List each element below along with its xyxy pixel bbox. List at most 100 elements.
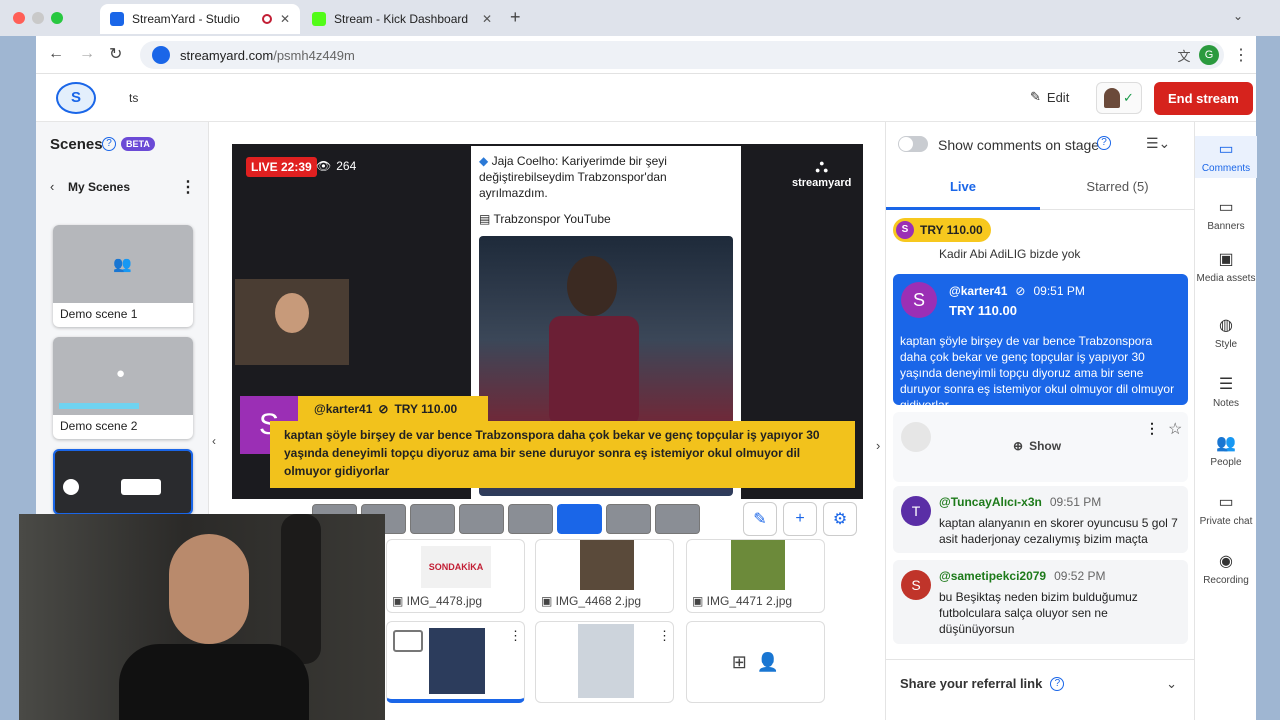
translate-icon[interactable]: 文 xyxy=(1178,46,1191,65)
media-thumbnail xyxy=(429,628,485,694)
pencil-edit-icon[interactable]: ✎ xyxy=(743,502,777,536)
expand-chevron-icon[interactable]: ⌄ xyxy=(1166,676,1177,692)
star-icon[interactable]: ☆ xyxy=(1168,419,1182,439)
newspaper-icon: ▤ xyxy=(479,212,494,226)
layout-screen-selected[interactable] xyxy=(555,502,604,536)
tab-starred[interactable]: Starred (5) xyxy=(1040,170,1194,210)
comment-item[interactable]: S @sametipekci2079 09:52 PM bu Beşiktaş n… xyxy=(893,560,1188,644)
rail-recording[interactable]: ◉ Recording xyxy=(1195,552,1257,586)
help-icon[interactable]: ? xyxy=(1050,676,1065,691)
commenter-avatar: T xyxy=(901,496,931,526)
browser-tab-strip: StreamYard - Studio ✕ Stream - Kick Dash… xyxy=(0,0,1280,36)
people-icon: 👥 xyxy=(1216,435,1236,452)
back-icon[interactable]: ← xyxy=(48,45,64,63)
media-menu-icon[interactable]: ⋮ xyxy=(509,628,522,644)
layout-full[interactable] xyxy=(655,504,700,534)
show-comment-button[interactable]: ⊕ Show xyxy=(1013,439,1061,453)
filter-settings-icon[interactable]: ☰⌄ xyxy=(1146,135,1170,152)
close-tab-icon[interactable]: ✕ xyxy=(280,12,290,26)
maximize-window-icon[interactable] xyxy=(51,12,63,24)
end-stream-button[interactable]: End stream xyxy=(1154,82,1253,115)
layout-side[interactable] xyxy=(508,504,553,534)
minimize-window-icon[interactable] xyxy=(32,12,44,24)
rail-comments[interactable]: ▭ Comments xyxy=(1195,136,1257,178)
tab-title: Stream - Kick Dashboard xyxy=(334,12,469,26)
new-tab-icon[interactable]: + xyxy=(510,7,521,28)
site-info-icon[interactable] xyxy=(152,46,170,64)
streamyard-logo-icon[interactable]: S xyxy=(56,82,96,114)
scene-label: Demo scene 2 xyxy=(60,419,138,433)
reload-icon[interactable]: ↻ xyxy=(109,44,122,64)
close-window-icon[interactable] xyxy=(13,12,25,24)
show-on-stage-toggle[interactable] xyxy=(898,136,928,152)
layout-duo[interactable] xyxy=(410,504,455,534)
close-tab-icon[interactable]: ✕ xyxy=(482,12,492,26)
verified-icon: ⊘ xyxy=(378,402,389,416)
commenter-avatar: S xyxy=(901,282,937,318)
media-item[interactable]: ▣ IMG_4471 2.jpg xyxy=(686,539,825,613)
media-name: ▣ IMG_4468 2.jpg xyxy=(541,594,642,608)
rail-banners[interactable]: ▭ Banners xyxy=(1195,198,1257,232)
back-chevron-icon[interactable]: ‹ xyxy=(50,179,54,194)
collapse-right-icon[interactable]: › xyxy=(876,438,880,453)
browser-tab-kick[interactable]: Stream - Kick Dashboard ✕ xyxy=(302,4,502,34)
highlighted-superchat[interactable]: S @karter41 ⊘ 09:51 PM TRY 110.00 kaptan… xyxy=(893,274,1188,412)
media-menu-icon[interactable]: ⋮ xyxy=(658,628,671,644)
scene-card[interactable]: 👥 Demo scene 1 xyxy=(53,225,193,327)
webcam-overlay xyxy=(19,514,385,720)
host-face xyxy=(275,293,309,333)
comment-text: bu Beşiktaş neden bizim bulduğumuz futbo… xyxy=(939,590,1138,636)
chip-amount: TRY 110.00 xyxy=(920,223,983,237)
forward-icon[interactable]: → xyxy=(79,45,95,63)
media-name: ▣ IMG_4478.jpg xyxy=(392,594,483,608)
layout-pip[interactable] xyxy=(606,504,651,534)
hidden-comment[interactable]: ⊕ Show ⋮ ☆ xyxy=(893,412,1188,482)
image-icon: ▣ xyxy=(692,594,707,608)
settings-gear-icon[interactable]: ⚙ xyxy=(823,502,857,536)
commenter-name: @sametipekci2079 xyxy=(939,569,1047,583)
comment-item[interactable]: T @TuncayAlıcı-x3n 09:51 PM kaptan alanya… xyxy=(893,486,1188,553)
rail-notes[interactable]: ☰ Notes xyxy=(1195,375,1257,409)
tab-search-icon[interactable]: ⌄ xyxy=(1233,9,1243,23)
scene-card[interactable]: ● Demo scene 2 xyxy=(53,337,193,439)
help-icon[interactable]: ? xyxy=(1097,136,1111,150)
edit-label: Edit xyxy=(1046,89,1070,105)
edit-button[interactable]: ✎ Edit xyxy=(1030,89,1069,105)
browser-tab-streamyard[interactable]: StreamYard - Studio ✕ xyxy=(100,4,300,34)
media-item[interactable]: ▣ IMG_4468 2.jpg xyxy=(535,539,674,613)
comment-menu-icon[interactable]: ⋮ xyxy=(1145,420,1159,437)
url-field[interactable]: streamyard.com/psmh4z449m 文 ☆ xyxy=(140,41,1224,69)
scenes-title: Scenes xyxy=(50,136,103,153)
help-icon[interactable]: ? xyxy=(102,137,116,151)
collapse-left-icon[interactable]: ‹ xyxy=(212,434,216,448)
scenes-menu-icon[interactable]: ⋮ xyxy=(180,177,196,197)
add-media-tile[interactable]: ⊞ 👤 xyxy=(686,621,825,703)
media-item[interactable]: SONDAKİKA ▣ IMG_4478.jpg xyxy=(386,539,525,613)
host-video-tile xyxy=(235,279,349,365)
tab-live[interactable]: Live xyxy=(886,170,1040,210)
media-item[interactable]: ⋮ xyxy=(535,621,674,703)
rail-media-assets[interactable]: ▣ Media assets xyxy=(1195,250,1257,284)
browser-menu-icon[interactable]: ⋮ xyxy=(1233,45,1249,65)
pinned-superchat-chip[interactable]: S TRY 110.00 xyxy=(893,218,991,242)
rail-private-chat[interactable]: ▭ Private chat xyxy=(1195,493,1257,527)
layout-trio[interactable] xyxy=(459,504,504,534)
destinations-button[interactable]: ✓ xyxy=(1096,82,1142,114)
beta-badge: BETA xyxy=(121,137,155,151)
media-thumbnail xyxy=(580,540,634,590)
media-item-active[interactable]: ⋮ xyxy=(386,621,525,703)
show-label: Show xyxy=(1029,439,1062,453)
profile-avatar[interactable]: G xyxy=(1199,45,1219,65)
rail-style[interactable]: ◍ Style xyxy=(1195,316,1257,350)
media-type-icon xyxy=(393,630,423,652)
scene-banner-preview xyxy=(59,403,139,409)
referral-row[interactable]: Share your referral link ? ⌄ xyxy=(886,659,1194,707)
post-text: ◆ Jaja Coelho: Kariyerimde bir şeyi deği… xyxy=(479,154,667,200)
add-icon[interactable]: + xyxy=(783,502,817,536)
scene-card-active[interactable] xyxy=(53,449,193,515)
banner-user: @karter41 xyxy=(314,402,373,416)
rail-people[interactable]: 👥 People xyxy=(1195,434,1257,468)
broadcast-title[interactable]: ts xyxy=(129,91,138,105)
post-source: ▤ Trabzonspor YouTube xyxy=(479,212,611,226)
window-controls[interactable] xyxy=(13,12,63,24)
